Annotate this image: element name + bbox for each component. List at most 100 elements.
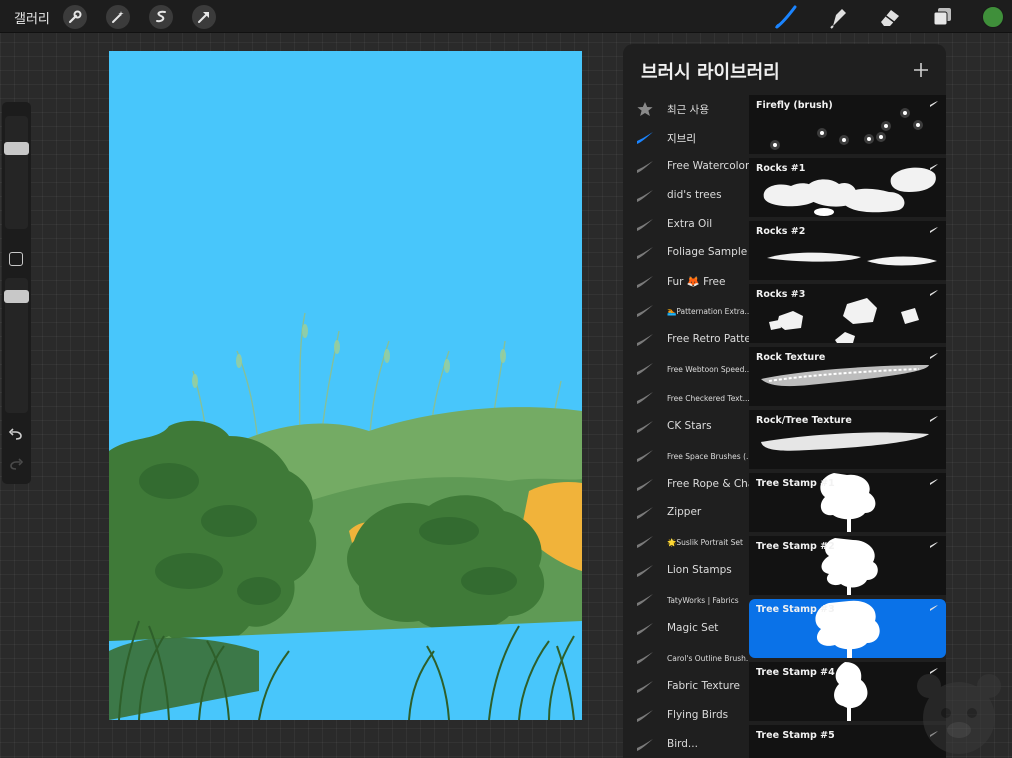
brush-stroke-icon [637, 680, 653, 693]
brush-stroke-icon [637, 651, 653, 664]
brush-set-item[interactable]: Fabric Texture [623, 673, 749, 702]
brush-stroke-icon [637, 363, 653, 376]
brush-stroke-icon [637, 594, 653, 607]
brush-name-label: Tree Stamp #2 [756, 541, 835, 552]
brush-set-label: Free Watercolor [667, 159, 749, 172]
brush-stroke-icon [637, 131, 653, 144]
undo-icon[interactable] [8, 426, 24, 442]
brush-stroke-icon [930, 542, 938, 548]
brush-stroke-icon [637, 218, 653, 231]
brush-set-item[interactable]: 🌟Suslik Portrait Set [623, 528, 749, 557]
brush-set-label: Free Webtoon Speed... [667, 365, 749, 375]
transform-button[interactable] [192, 5, 216, 29]
brush-icon [775, 5, 797, 29]
brush-name-label: Tree Stamp #1 [756, 478, 835, 489]
transform-arrow-icon [198, 12, 209, 23]
brush-set-item[interactable]: Free Checkered Text... [623, 384, 749, 413]
brush-set-label: Flying Birds [667, 708, 729, 721]
brush-stroke-icon [637, 709, 653, 722]
brush-stroke-icon [930, 164, 938, 170]
brush-list: Firefly (brush) Rocks #1 Rocks #2 Rocks #3 R… [749, 95, 946, 758]
gallery-button[interactable]: 갤러리 [14, 8, 50, 27]
brush-set-item[interactable]: Carol's Outline Brush... [623, 644, 749, 673]
drawing-canvas[interactable] [109, 51, 582, 720]
brush-set-label: Fur 🦊 Free [667, 276, 726, 289]
brush-set-label: TatyWorks | Fabrics [667, 596, 739, 606]
brush-card[interactable]: Rocks #2 [749, 221, 946, 280]
opacity-handle[interactable] [4, 290, 29, 303]
eraser-icon [881, 10, 899, 26]
brush-stroke-icon [930, 605, 938, 611]
brush-size-slider[interactable] [4, 116, 29, 229]
brush-card[interactable]: Firefly (brush) [749, 95, 946, 154]
brush-name-label: Rocks #2 [756, 226, 806, 237]
brush-card[interactable]: Tree Stamp #1 [749, 473, 946, 532]
brush-card[interactable]: Tree Stamp #2 [749, 536, 946, 595]
brush-stroke-icon [930, 101, 938, 107]
brush-set-item[interactable]: 지브리 [623, 124, 749, 153]
brush-set-item[interactable]: TatyWorks | Fabrics [623, 586, 749, 615]
selection-button[interactable] [149, 5, 173, 29]
brush-stroke-icon [637, 536, 653, 549]
brush-set-item[interactable]: Extra Oil [623, 211, 749, 240]
smudge-tool-button[interactable] [825, 4, 851, 30]
brush-set-item[interactable]: Magic Set [623, 615, 749, 644]
brush-name-label: Tree Stamp #3 [756, 604, 835, 615]
brush-library-panel: 브러시 라이브러리 최근 사용 지브리 Free Watercolor did's t… [623, 44, 946, 758]
brush-set-item[interactable]: Free Rope & Chain [623, 471, 749, 500]
brush-name-label: Tree Stamp #4 [756, 667, 835, 678]
wrench-icon [68, 10, 82, 24]
brush-set-label: Free Rope & Chain [667, 477, 749, 490]
brush-set-item[interactable]: Free Space Brushes (... [623, 442, 749, 471]
brush-set-item[interactable]: did's trees [623, 182, 749, 211]
brush-stroke-icon [930, 227, 938, 233]
brush-set-label: CK Stars [667, 419, 712, 432]
brush-set-item[interactable]: Lion Stamps [623, 557, 749, 586]
brush-tool-button[interactable] [773, 4, 799, 30]
brush-stroke-icon [637, 478, 653, 491]
brush-name-label: Rocks #1 [756, 163, 806, 174]
brush-set-label: 🏊Patternation Extra... [667, 307, 749, 317]
brush-set-item[interactable]: CK Stars [623, 413, 749, 442]
opacity-slider[interactable] [4, 278, 29, 413]
brush-set-item[interactable]: Zipper [623, 499, 749, 528]
brush-set-item[interactable]: 최근 사용 [623, 95, 749, 124]
brush-stroke-icon [637, 565, 653, 578]
brush-set-item[interactable]: Flying Birds [623, 702, 749, 731]
brush-card[interactable]: Rocks #1 [749, 158, 946, 217]
brush-set-item[interactable]: 🏊Patternation Extra... [623, 297, 749, 326]
brush-card[interactable]: Rock Texture [749, 347, 946, 406]
layers-button[interactable] [929, 4, 955, 30]
brush-name-label: Rock Texture [756, 352, 826, 363]
brush-stroke-icon [930, 353, 938, 359]
brush-card[interactable]: Rock/Tree Texture [749, 410, 946, 469]
brush-set-label: Carol's Outline Brush... [667, 653, 749, 663]
brush-set-label: Magic Set [667, 622, 719, 635]
brush-set-item[interactable]: Foliage Sample [623, 239, 749, 268]
brush-set-item[interactable]: Fur 🦊 Free [623, 268, 749, 297]
smudge-icon [830, 9, 846, 29]
brush-set-item[interactable]: Free Retro Pattern [623, 326, 749, 355]
eraser-tool-button[interactable] [877, 4, 903, 30]
brush-size-handle[interactable] [4, 142, 29, 155]
add-icon[interactable] [911, 60, 931, 80]
actions-wrench-button[interactable] [63, 5, 87, 29]
brush-set-label: Extra Oil [667, 217, 713, 230]
brush-stroke-icon [637, 507, 653, 520]
brush-set-list: 최근 사용 지브리 Free Watercolor did's trees Extra … [623, 95, 749, 758]
brush-name-label: Tree Stamp #5 [756, 730, 835, 741]
brush-set-item[interactable]: Bird... [623, 731, 749, 758]
brush-card[interactable]: Rocks #3 [749, 284, 946, 343]
brush-stroke-icon [637, 623, 653, 636]
brush-card[interactable]: Tree Stamp #3 [749, 599, 946, 658]
adjustments-button[interactable] [106, 5, 130, 29]
brush-set-item[interactable]: Free Webtoon Speed... [623, 355, 749, 384]
color-picker-button[interactable] [982, 6, 1004, 28]
redo-icon[interactable] [8, 456, 24, 472]
brush-set-item[interactable]: Free Watercolor [623, 153, 749, 182]
brush-stroke-icon [637, 334, 653, 347]
eyedropper-modify-button[interactable] [9, 252, 23, 266]
left-sidebar [2, 102, 31, 484]
brush-name-label: Rocks #3 [756, 289, 806, 300]
brush-stroke-icon [637, 420, 653, 433]
